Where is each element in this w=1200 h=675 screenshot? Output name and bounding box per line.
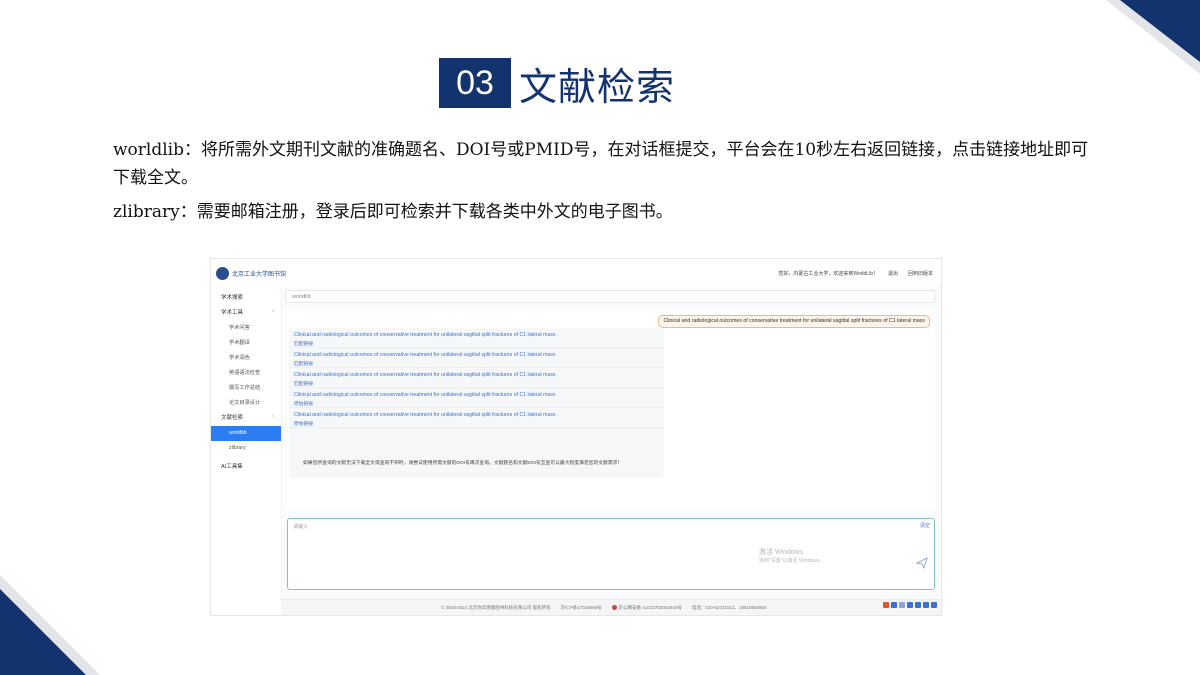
- sidebar-item-academic-search[interactable]: 学术搜索: [211, 291, 281, 306]
- result-download-link[interactable]: 匹配链接: [294, 340, 659, 347]
- sidebar-item-work-summary[interactable]: 撰写工作总结: [211, 381, 281, 396]
- ime-menu-icon[interactable]: [931, 602, 937, 608]
- sidebar-item-polish[interactable]: 学术润色: [211, 351, 281, 366]
- chevron-up-icon: ⌃: [270, 415, 275, 421]
- sidebar-item-worldlib[interactable]: worldlib: [211, 426, 281, 441]
- sidebar-item-translate[interactable]: 学术翻译: [211, 336, 281, 351]
- sidebar-item-ai-tools[interactable]: AI工具集: [211, 460, 281, 475]
- result-title-link[interactable]: Clinical and radiological outcomes of co…: [294, 372, 659, 378]
- ime-toolbar: [883, 602, 937, 608]
- list-item: Clinical and radiological outcomes of co…: [289, 328, 664, 348]
- zlibrary-description: zlibrary：需要邮箱注册，登录后即可检索并下载各类中外文的电子图书。: [113, 202, 673, 222]
- sidebar-item-toc-design[interactable]: 论文目录设计: [211, 396, 281, 411]
- ime-punct-icon[interactable]: [899, 602, 905, 608]
- chat-area: Clinical and radiological outcomes of co…: [285, 309, 935, 509]
- sidebar-item-literature-search[interactable]: 文献检索 ⌃: [211, 411, 281, 426]
- result-title-link[interactable]: Clinical and radiological outcomes of co…: [294, 412, 659, 418]
- input-placeholder: 请输入: [293, 524, 309, 530]
- result-download-link[interactable]: 匹配链接: [294, 380, 659, 387]
- sidebar-item-qa[interactable]: 学术问答: [211, 321, 281, 336]
- chevron-up-icon: ⌃: [270, 310, 275, 316]
- list-item: Clinical and radiological outcomes of co…: [289, 368, 664, 388]
- app-footer: © 2018-2024 北京你华图版图书科技有限公司 版权所有 京ICP备170…: [281, 599, 941, 615]
- sidebar-item-academic-tools[interactable]: 学术工具 ⌃: [211, 306, 281, 321]
- result-download-link[interactable]: 原始链接: [294, 420, 659, 427]
- slide-title: 03 文献检索: [439, 58, 676, 109]
- library-logo: 北京工业大学图书馆: [216, 266, 291, 281]
- ime-logo-icon[interactable]: [883, 602, 889, 608]
- send-icon[interactable]: [916, 557, 928, 569]
- footer-icp[interactable]: 京ICP备17016668号: [561, 605, 602, 611]
- worldlib-app-screenshot: 北京工业大学图书馆 您好，内蒙古工业大学，欢迎来到WorldLib！ 退出 回到…: [210, 258, 942, 616]
- app-header: 北京工业大学图书馆 您好，内蒙古工业大学，欢迎来到WorldLib！ 退出 回到…: [211, 259, 941, 288]
- sidebar-item-zlibrary[interactable]: zlibrary: [211, 441, 281, 456]
- results-box: Clinical and radiological outcomes of co…: [289, 328, 664, 478]
- footer-phone: 电话：010-63731012、18510860904: [691, 604, 767, 610]
- header-right: 您好，内蒙古工业大学，欢迎来到WorldLib！ 退出 回到旧版本: [778, 270, 933, 277]
- list-item: Clinical and radiological outcomes of co…: [289, 348, 664, 368]
- old-version-link[interactable]: 回到旧版本: [908, 270, 933, 277]
- footer-copyright: © 2018-2024 北京你华图版图书科技有限公司 版权所有: [441, 604, 551, 610]
- ime-language-icon[interactable]: [891, 602, 897, 608]
- sidebar-item-label: 学术工具: [221, 310, 244, 316]
- top-right-corner-decoration: [1106, 0, 1200, 74]
- logo-text: 北京工业大学图书馆: [232, 271, 287, 278]
- windows-activation-watermark: 激活 Windows 转到"设置"以激活 Windows。: [759, 549, 825, 564]
- clear-button[interactable]: 清空: [920, 522, 930, 529]
- police-badge-icon: [611, 604, 617, 610]
- module-title-bar: worldlib: [285, 290, 935, 303]
- user-query-bubble: Clinical and radiological outcomes of co…: [658, 315, 930, 328]
- logout-link[interactable]: 退出: [888, 270, 898, 277]
- ime-voice-icon[interactable]: [907, 602, 913, 608]
- main-panel: worldlib Clinical and radiological outco…: [283, 287, 939, 615]
- sidebar-item-label: 文献检索: [221, 415, 244, 421]
- result-title-link[interactable]: Clinical and radiological outcomes of co…: [294, 392, 659, 398]
- worldlib-description: worldlib：将所需外文期刊文献的准确题名、DOI号或PMID号，在对话框提…: [113, 140, 1089, 188]
- logo-emblem-icon: [216, 267, 229, 280]
- section-title: 文献检索: [519, 64, 676, 109]
- result-download-link[interactable]: 匹配链接: [294, 360, 659, 367]
- query-input[interactable]: 请输入 清空: [287, 518, 935, 590]
- footer-police[interactable]: 京公网安备 41010702002643号: [611, 604, 682, 611]
- list-item: Clinical and radiological outcomes of co…: [289, 408, 664, 428]
- result-title-link[interactable]: Clinical and radiological outcomes of co…: [294, 352, 659, 358]
- ime-keyboard-icon[interactable]: [915, 602, 921, 608]
- bottom-left-corner-decoration: [0, 575, 100, 675]
- section-number: 03: [439, 58, 511, 108]
- result-download-link[interactable]: 原始链接: [294, 400, 659, 407]
- ime-skin-icon[interactable]: [923, 602, 929, 608]
- greeting-text: 您好，内蒙古工业大学，欢迎来到WorldLib！: [778, 271, 878, 277]
- sidebar-item-grammar[interactable]: 英语语法检查: [211, 366, 281, 381]
- sidebar: 学术搜索 学术工具 ⌃ 学术问答 学术翻译 学术润色 英语语法检查 撰写工作总结 …: [211, 287, 282, 615]
- list-item: Clinical and radiological outcomes of co…: [289, 388, 664, 408]
- result-title-link[interactable]: Clinical and radiological outcomes of co…: [294, 332, 659, 338]
- bot-note-text: 如果您所查询的文献无法下载全文或查询不到时，请尝试使用所需文献的DOI号再次查询…: [303, 461, 623, 466]
